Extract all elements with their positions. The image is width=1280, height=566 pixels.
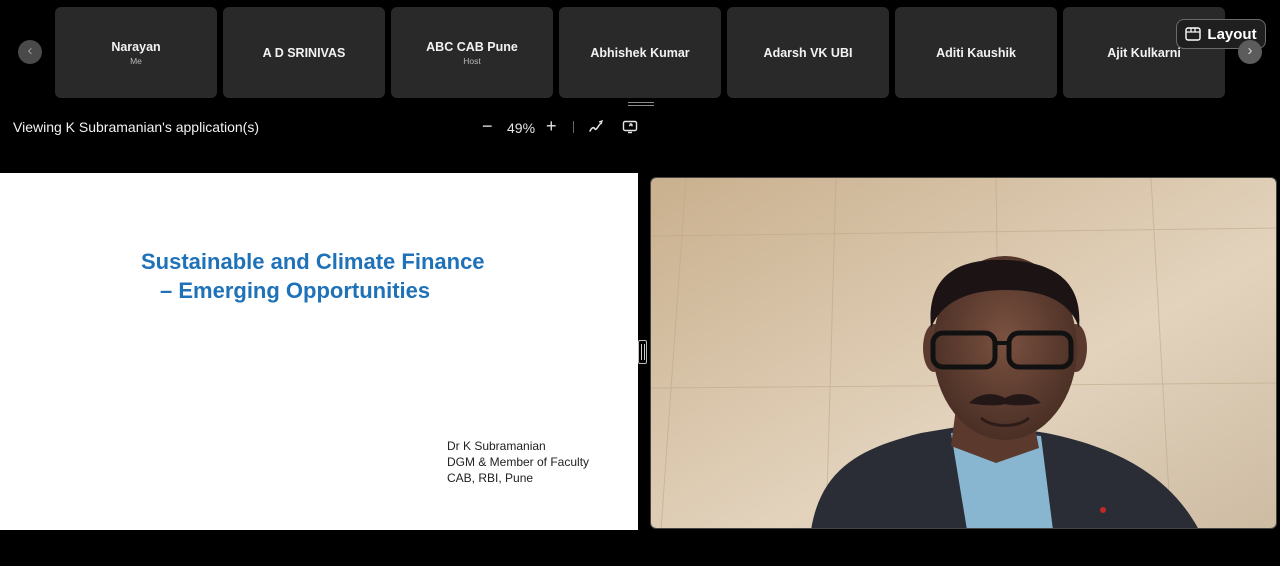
participant-strip: ‹ Narayan Me A D SRINIVAS ABC CAB Pune H… [0,0,1280,107]
participant-name: Aditi Kaushik [936,45,1016,60]
shared-slide: Sustainable and Climate Finance – Emergi… [0,173,638,530]
participant-tile[interactable]: ABC CAB Pune Host [391,7,553,98]
zoom-level: 49% [507,120,536,136]
share-title: Viewing K Subramanian's application(s) [13,119,259,135]
slide-author-line: DGM & Member of Faculty [447,455,590,469]
participant-role: Host [463,56,481,66]
speaker-video [650,177,1277,529]
share-toolbar: Viewing K Subramanian's application(s) −… [0,110,640,144]
toolbar-divider [573,121,574,133]
participant-name: Narayan [111,40,161,54]
annotate-icon[interactable] [588,119,604,140]
slide-title-line: – Emerging Opportunities [160,278,431,303]
participant-tile[interactable]: Adarsh VK UBI [727,7,889,98]
slide-author: Dr K Subramanian DGM & Member of Faculty… [447,438,589,486]
participant-name: A D SRINIVAS [262,45,346,60]
popout-window-icon[interactable] [622,119,638,140]
participant-name: Ajit Kulkarni [1107,45,1181,60]
participant-tile[interactable]: Narayan Me [55,7,217,98]
layout-icon [1185,27,1202,41]
zoom-out-button[interactable]: − [482,117,493,135]
speaker-video-frame [651,178,1276,528]
chevron-left-icon[interactable]: ‹ [18,40,42,64]
participant-name: Abhishek Kumar [590,45,690,60]
participant-name: ABC CAB Pune [426,40,518,54]
chevron-right-icon[interactable]: › [1238,40,1262,64]
participant-tile[interactable]: Abhishek Kumar [559,7,721,98]
participant-name: Adarsh VK UBI [763,45,853,60]
participant-role: Me [130,56,142,66]
slide-author-line: CAB, RBI, Pune [447,471,534,485]
meeting-window: ‹ Narayan Me A D SRINIVAS ABC CAB Pune H… [0,0,1280,566]
slide-author-line: Dr K Subramanian [447,439,546,453]
resize-grip[interactable] [628,102,654,107]
split-divider-handle[interactable] [638,340,647,364]
slide-title-line: Sustainable and Climate Finance [141,249,485,274]
participant-tile[interactable]: A D SRINIVAS [223,7,385,98]
slide-title: Sustainable and Climate Finance – Emergi… [141,247,561,305]
participant-tile[interactable]: Aditi Kaushik [895,7,1057,98]
zoom-in-button[interactable]: + [546,117,557,135]
